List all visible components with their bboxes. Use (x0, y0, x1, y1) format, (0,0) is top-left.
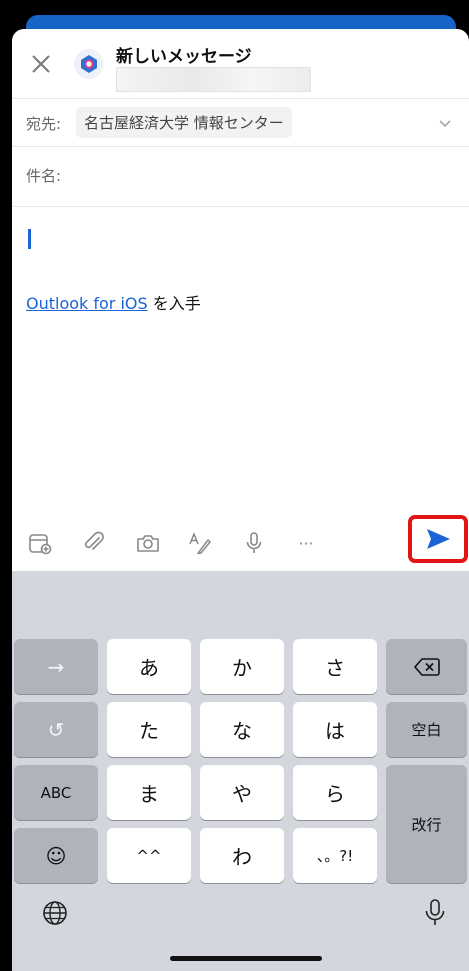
key-kaomoji[interactable]: ^^ (107, 828, 191, 883)
key-arrow-right[interactable]: → (14, 639, 98, 694)
keyboard-mic-icon[interactable] (418, 896, 452, 930)
camera-icon[interactable] (134, 529, 162, 557)
key-ha[interactable]: は (293, 702, 377, 757)
key-sa[interactable]: さ (293, 639, 377, 694)
dictation-icon[interactable] (240, 529, 268, 557)
compose-sheet: 新しいメッセージ 宛先: 名古屋経済大学 情報センター 件名: Outlook … (12, 29, 469, 571)
home-indicator (170, 956, 322, 961)
return-key[interactable]: 改行 (386, 765, 467, 883)
recipient-chip[interactable]: 名古屋経済大学 情報センター (76, 107, 292, 138)
compose-header: 新しいメッセージ (12, 29, 469, 99)
compose-toolbar: ··· (12, 515, 469, 571)
key-a[interactable]: あ (107, 639, 191, 694)
more-icon[interactable]: ··· (292, 529, 320, 557)
page-title: 新しいメッセージ (116, 47, 252, 67)
subject-field[interactable]: 件名: (12, 147, 469, 207)
key-ma[interactable]: ま (107, 765, 191, 820)
keyboard: → あ か さ ↺ た な は 空白 ABC ま や ら 改行 ☺ ^^ わ 、… (12, 571, 469, 971)
sender-account[interactable] (116, 67, 311, 92)
space-key[interactable]: 空白 (386, 702, 467, 757)
send-icon (427, 529, 450, 549)
key-ra[interactable]: ら (293, 765, 377, 820)
subject-label: 件名: (26, 167, 62, 185)
key-na[interactable]: な (200, 702, 284, 757)
copilot-icon[interactable] (74, 49, 104, 79)
key-ya[interactable]: や (200, 765, 284, 820)
signature-suffix: を入手 (147, 294, 201, 313)
add-calendar-icon[interactable] (26, 529, 54, 557)
to-label: 宛先: (26, 115, 62, 133)
globe-icon[interactable] (38, 896, 72, 930)
send-button[interactable] (408, 515, 468, 563)
phone-screen: 新しいメッセージ 宛先: 名古屋経済大学 情報センター 件名: Outlook … (10, 7, 469, 971)
key-ta[interactable]: た (107, 702, 191, 757)
emoji-key[interactable]: ☺ (14, 828, 98, 883)
key-wa[interactable]: わ (200, 828, 284, 883)
signature: Outlook for iOS を入手 (26, 290, 201, 314)
chevron-down-icon[interactable] (437, 115, 453, 131)
key-ka[interactable]: か (200, 639, 284, 694)
to-field[interactable]: 宛先: 名古屋経済大学 情報センター (12, 99, 469, 147)
outlook-ios-link[interactable]: Outlook for iOS (26, 294, 148, 313)
text-caret (28, 229, 31, 249)
backspace-icon (413, 657, 440, 676)
backspace-key[interactable] (386, 639, 467, 694)
format-text-icon[interactable] (186, 529, 214, 557)
undo-key[interactable]: ↺ (14, 702, 98, 757)
abc-key[interactable]: ABC (14, 765, 98, 820)
key-punctuation[interactable]: 、。?! (293, 828, 377, 883)
close-icon[interactable] (28, 51, 54, 77)
attach-icon[interactable] (80, 529, 108, 557)
